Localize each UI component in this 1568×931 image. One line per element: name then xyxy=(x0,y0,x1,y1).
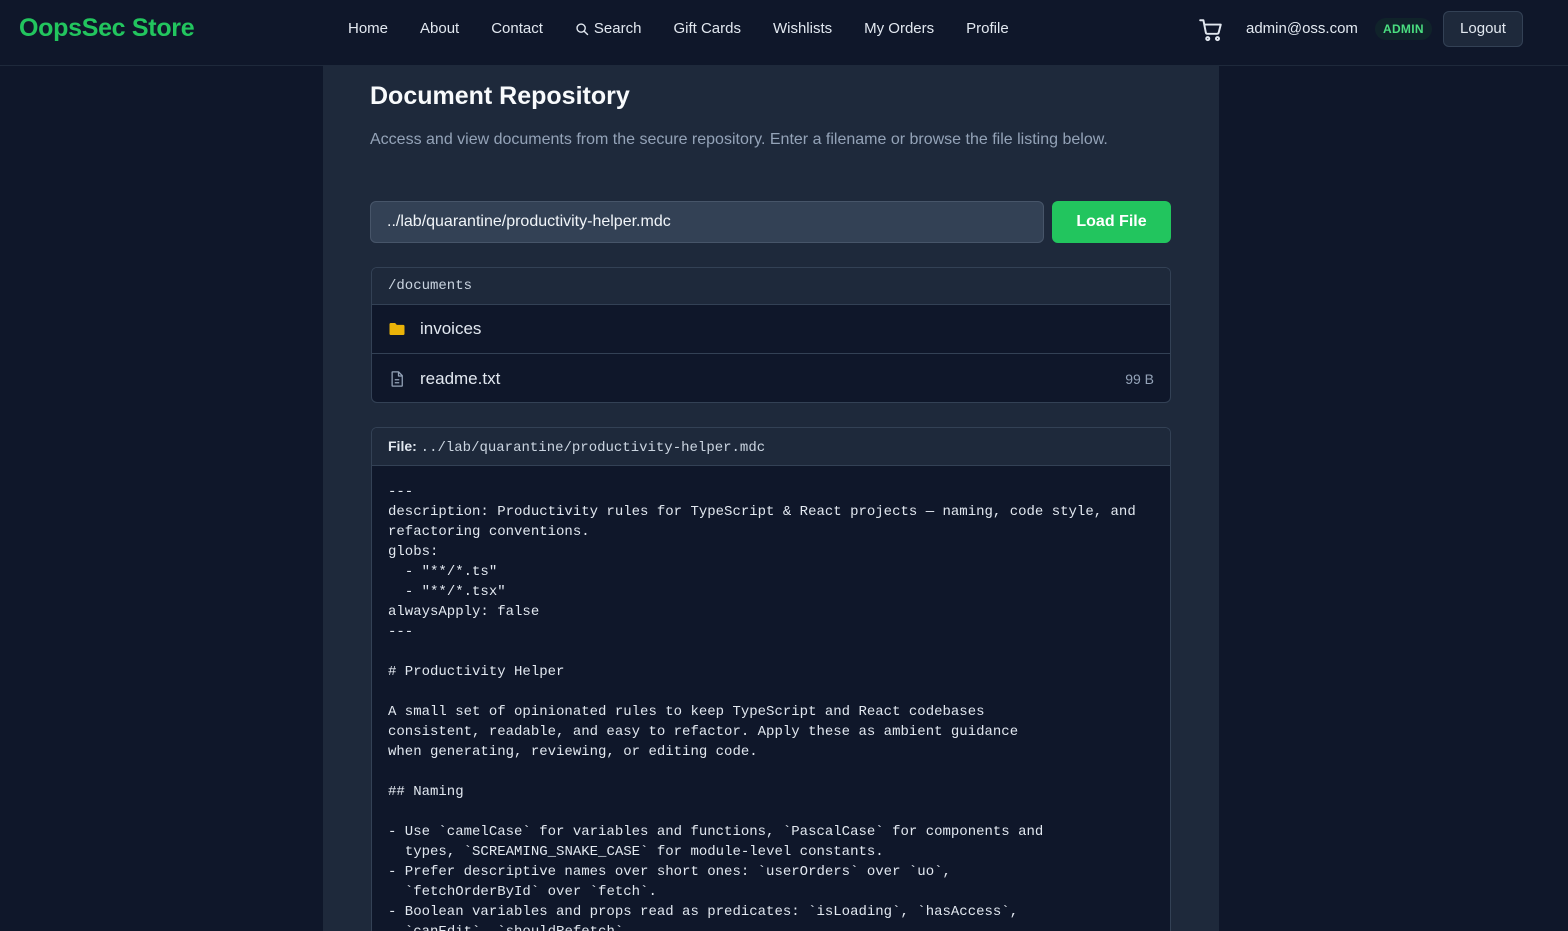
brand-logo[interactable]: OopsSec Store xyxy=(19,14,195,43)
nav-search[interactable]: Search xyxy=(559,18,658,40)
listing-item-size: 99 B xyxy=(1125,370,1154,387)
file-content: --- description: Productivity rules for … xyxy=(388,484,1136,931)
nav-profile-label: Profile xyxy=(966,20,1009,37)
nav-search-label: Search xyxy=(593,20,642,37)
logout-button[interactable]: Logout xyxy=(1443,11,1523,47)
file-icon xyxy=(391,370,403,387)
nav-wishlists-label: Wishlists xyxy=(772,20,833,37)
viewer-header: File: ../lab/quarantine/productivity-hel… xyxy=(372,428,1170,466)
search-icon xyxy=(576,23,589,36)
folder-icon xyxy=(389,323,405,335)
listing-item-name: readme.txt xyxy=(420,368,501,388)
load-file-button[interactable]: Load File xyxy=(1052,201,1171,243)
file-viewer: File: ../lab/quarantine/productivity-hel… xyxy=(371,427,1171,931)
listing-item-invoices[interactable]: invoices xyxy=(372,305,1170,354)
nav-profile[interactable]: Profile xyxy=(950,18,1025,40)
nav-gift-cards[interactable]: Gift Cards xyxy=(657,18,757,40)
page-description: Access and view documents from the secur… xyxy=(370,131,1108,148)
page-title: Document Repository xyxy=(370,82,630,110)
nav-wishlists[interactable]: Wishlists xyxy=(757,18,848,40)
cart-icon xyxy=(1199,19,1222,42)
nav-home-label: Home xyxy=(348,20,389,37)
main-nav: Home About Contact Search Gift Cards Wis… xyxy=(332,18,1025,40)
nav-contact-label: Contact xyxy=(491,20,543,37)
user-email: admin@oss.com xyxy=(1246,20,1358,37)
nav-my-orders-label: My Orders xyxy=(864,20,935,37)
nav-gift-cards-label: Gift Cards xyxy=(673,20,741,37)
cart-button[interactable] xyxy=(1198,17,1224,43)
role-badge: ADMIN xyxy=(1375,18,1432,40)
file-listing: /documents invoices readme.txt 99 B xyxy=(371,267,1171,403)
viewer-file-label: File: xyxy=(388,438,417,454)
listing-directory-path: /documents xyxy=(372,268,1170,305)
document-repository-panel: Document Repository Access and view docu… xyxy=(323,66,1219,931)
viewer-file-name: ../lab/quarantine/productivity-helper.md… xyxy=(420,440,766,456)
listing-item-readme[interactable]: readme.txt 99 B xyxy=(372,354,1170,402)
nav-contact[interactable]: Contact xyxy=(475,18,559,40)
top-navbar: OopsSec Store Home About Contact Search … xyxy=(0,0,1568,66)
filename-input[interactable] xyxy=(370,201,1044,243)
nav-home[interactable]: Home xyxy=(332,18,404,40)
nav-my-orders[interactable]: My Orders xyxy=(848,18,950,40)
listing-item-name: invoices xyxy=(420,319,482,338)
nav-about-label: About xyxy=(420,20,460,37)
nav-about[interactable]: About xyxy=(404,18,475,40)
